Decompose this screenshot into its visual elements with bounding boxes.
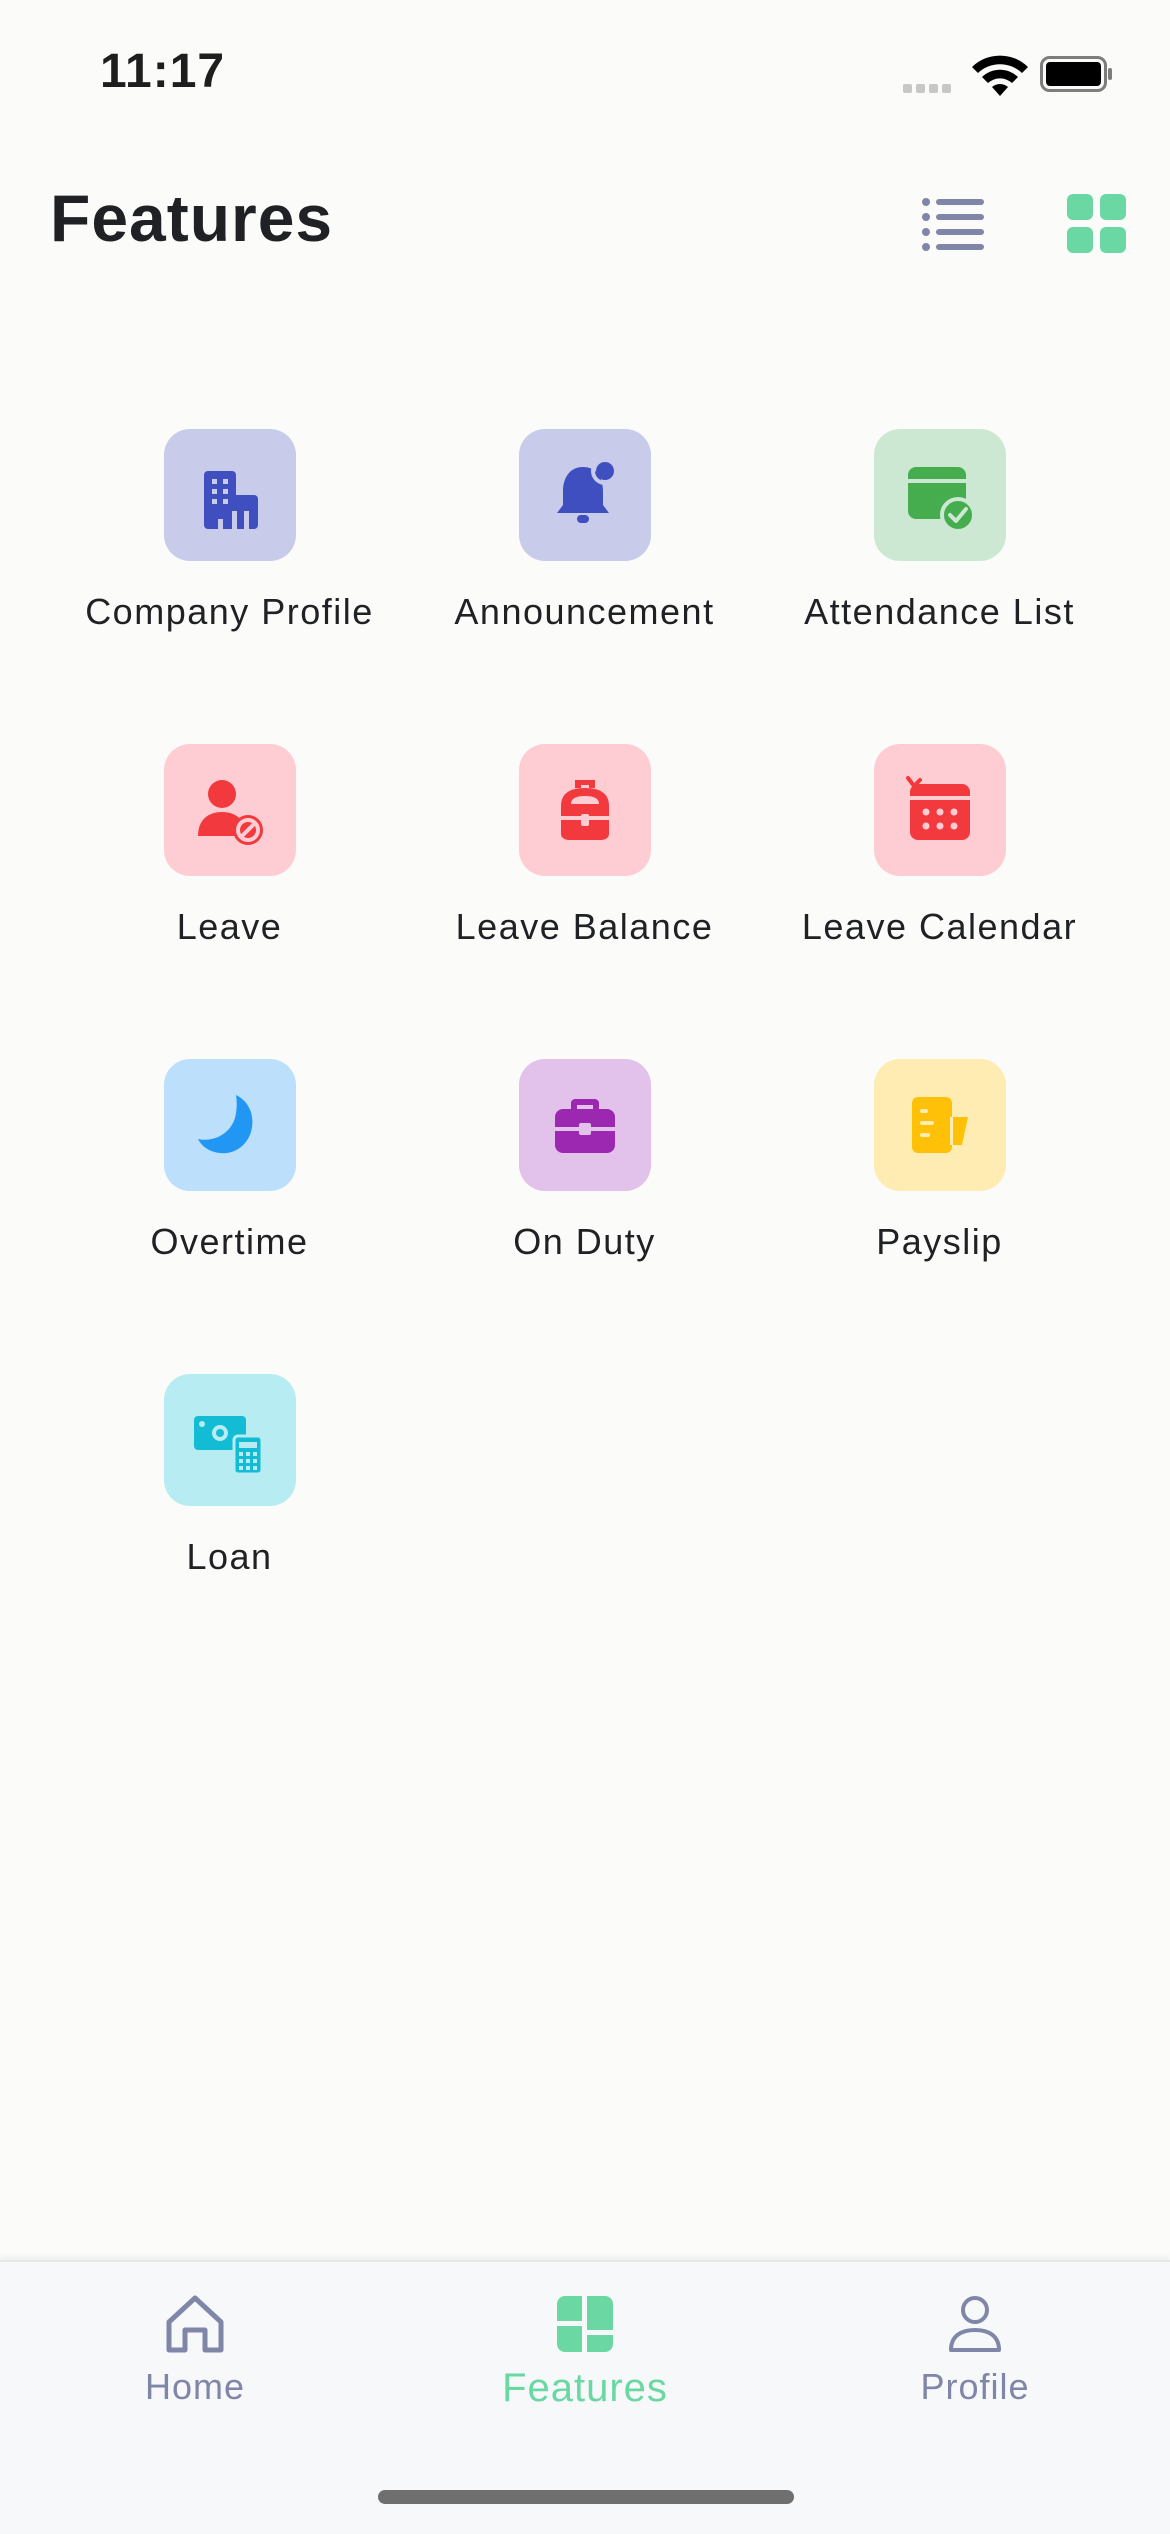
feature-leave-calendar[interactable]: Leave Calendar — [762, 744, 1117, 1004]
receipt-icon — [911, 1097, 968, 1153]
nav-features[interactable]: Features — [435, 2262, 735, 2422]
feature-company-profile[interactable]: Company Profile — [52, 429, 407, 689]
feature-tile — [163, 1374, 296, 1506]
feature-label: Attendance List — [804, 591, 1075, 632]
feature-label: Payslip — [876, 1221, 1003, 1262]
feature-label: Announcement — [454, 591, 715, 632]
feature-tile — [163, 1059, 296, 1191]
feature-on-duty[interactable]: On Duty — [407, 1059, 762, 1319]
feature-label: Leave Balance — [455, 906, 714, 947]
briefcase-icon — [554, 1099, 615, 1153]
feature-leave[interactable]: Leave — [52, 744, 407, 1004]
grid-view-icon[interactable] — [1067, 194, 1127, 254]
feature-label: Leave — [176, 906, 283, 947]
backpack-icon — [560, 780, 609, 840]
nav-label-profile: Profile — [920, 2366, 1030, 2407]
status-bar: 11:17 — [0, 0, 1170, 150]
calendar-check-icon — [907, 467, 976, 533]
page-title: Features — [50, 181, 334, 255]
feature-tile — [163, 429, 296, 561]
nav-label-home: Home — [144, 2366, 246, 2407]
list-view-icon[interactable] — [920, 194, 986, 254]
feature-label: Company Profile — [85, 591, 374, 632]
home-indicator — [378, 2490, 794, 2504]
nav-profile[interactable]: Profile — [825, 2262, 1125, 2422]
feature-label: On Duty — [513, 1221, 656, 1262]
money-calculator-icon — [193, 1416, 263, 1476]
feature-attendance-list[interactable]: Attendance List — [762, 429, 1117, 689]
battery-icon — [1040, 56, 1112, 92]
nav-home[interactable]: Home — [45, 2262, 345, 2422]
feature-overtime[interactable]: Overtime — [52, 1059, 407, 1319]
feature-tile — [518, 429, 651, 561]
bell-icon — [556, 457, 619, 523]
calendar-icon — [905, 776, 970, 840]
profile-icon — [949, 2296, 1001, 2352]
feature-tile — [518, 744, 651, 876]
feature-tile — [873, 1059, 1006, 1191]
feature-label: Loan — [186, 1536, 273, 1577]
feature-leave-balance[interactable]: Leave Balance — [407, 744, 762, 1004]
building-icon — [203, 471, 258, 529]
feature-label: Overtime — [150, 1221, 309, 1262]
feature-tile — [873, 429, 1006, 561]
feature-tile — [518, 1059, 651, 1191]
feature-payslip[interactable]: Payslip — [762, 1059, 1117, 1319]
feature-loan[interactable]: Loan — [52, 1374, 407, 1634]
feature-label: Leave Calendar — [801, 906, 1078, 947]
home-icon — [166, 2295, 224, 2353]
moon-icon — [197, 1095, 252, 1154]
status-time: 11:17 — [100, 45, 226, 98]
wifi-icon — [972, 55, 1028, 96]
feature-announcement[interactable]: Announcement — [407, 429, 762, 689]
user-block-icon — [197, 780, 263, 845]
nav-label-features: Features — [502, 2366, 668, 2410]
feature-tile — [163, 744, 296, 876]
features-icon — [557, 2296, 613, 2352]
cellular-signal-icon — [903, 80, 955, 98]
feature-tile — [873, 744, 1006, 876]
